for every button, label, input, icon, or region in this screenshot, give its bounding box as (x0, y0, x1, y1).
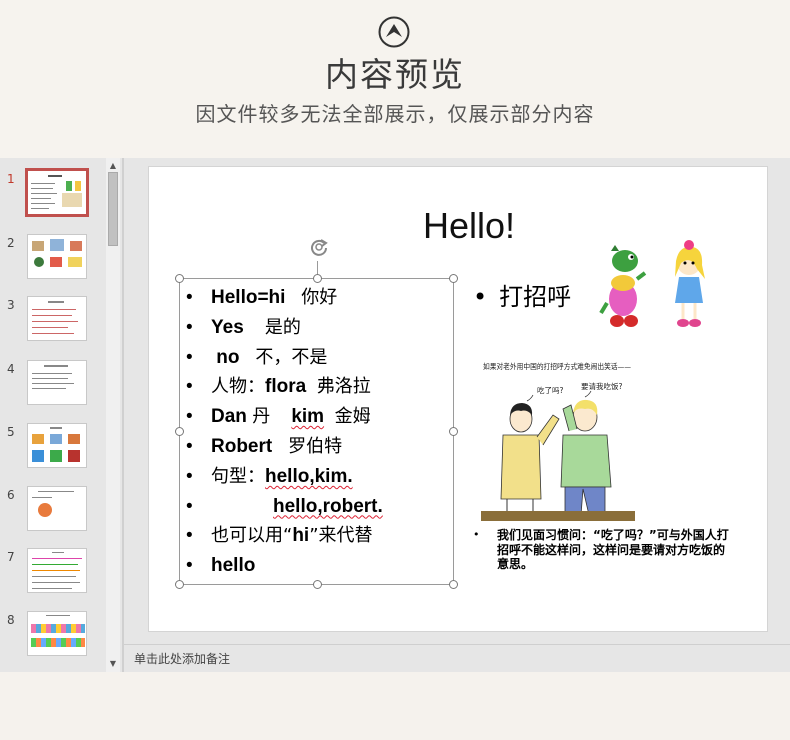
list-item-text: Yes (211, 316, 244, 338)
slide-number: 5 (7, 425, 15, 439)
list-item-text: 也可以用“ (211, 525, 293, 547)
scroll-down-arrow-icon[interactable]: ▼ (106, 658, 120, 670)
list-item: Yes 是的 (186, 313, 383, 343)
slide-thumbnail-5[interactable]: 5 (0, 423, 104, 479)
comic-speech-2: 要请我吃饭? (581, 381, 622, 391)
slide-thumbnail-8[interactable]: 8 (0, 611, 104, 667)
slide-number: 7 (7, 550, 15, 564)
scrollbar-thumb[interactable] (108, 172, 118, 246)
slide-thumbnail-image[interactable] (27, 234, 87, 279)
bullet-dot: • (473, 283, 488, 311)
list-item: Robert 罗伯特 (186, 432, 383, 462)
list-item-text: hello (211, 555, 256, 577)
comic-speech-1: 吃了吗? (537, 385, 563, 395)
comic-caption: 如果对老外用中国的打招呼方式难免闹出笑话—— (483, 362, 631, 371)
list-item-text: 丹 (252, 406, 271, 428)
slide-number: 4 (7, 362, 15, 376)
cartoon-characters-image[interactable] (599, 239, 711, 331)
list-item: hello (186, 551, 383, 581)
rotate-handle-icon[interactable] (309, 237, 329, 257)
slide-thumbnail-2[interactable]: 2 (0, 234, 104, 290)
list-item-text: hi (292, 525, 310, 547)
slide-thumbnail-1[interactable]: 1 (0, 168, 104, 226)
slide-thumbnail-image[interactable] (27, 360, 87, 405)
slide-thumbnail-7[interactable]: 7 (0, 548, 104, 604)
resize-handle-left[interactable] (175, 427, 184, 436)
slide-thumbnail-4[interactable]: 4 (0, 360, 104, 416)
resize-handle-bottom-left[interactable] (175, 580, 184, 589)
slide-canvas: Hello! Hello=hi 你好 Yes 是的 no 不，不是 人物：flo… (148, 166, 768, 632)
note-text: 我们见面习惯问：“吃了吗？”可与外国人打招呼不能这样问，这样问是要请对方吃饭的意… (497, 528, 729, 571)
bullet-dot: • (473, 528, 480, 541)
page-subtitle: 因文件较多无法全部展示，仅展示部分内容 (195, 102, 595, 126)
slide-number: 6 (7, 488, 15, 502)
list-item: hello,robert. (186, 492, 383, 522)
slide-number: 8 (7, 613, 15, 627)
slide-thumbnail-6[interactable]: 6 (0, 486, 104, 542)
list-item-text: 金姆 (334, 406, 371, 428)
list-item-text: flora (265, 376, 307, 398)
selected-text-box[interactable]: Hello=hi 你好 Yes 是的 no 不，不是 人物：flora 弗洛拉 … (175, 239, 458, 589)
list-item-text: Dan (211, 406, 247, 428)
girl-character-icon (675, 240, 705, 327)
list-item-text: hello,robert. (273, 495, 383, 517)
slide-thumbnail-image[interactable] (27, 486, 87, 531)
list-item: 也可以用“hi”来代替 (186, 521, 383, 551)
presentation-viewer: 1 2 3 4 5 6 7 8 ▲ ▼ Hello! • Hello=hi 你好… (0, 158, 790, 672)
list-item-text: 句型： (211, 465, 265, 487)
slide-number: 2 (7, 236, 15, 250)
list-item: Hello=hi 你好 (186, 283, 383, 313)
slide-thumbnail-3[interactable]: 3 (0, 296, 104, 352)
list-item-text: no (216, 346, 240, 368)
notes-placeholder[interactable]: 单击此处添加备注 (134, 650, 230, 667)
resize-handle-bottom[interactable] (313, 580, 322, 589)
list-item-text: 不，不是 (255, 346, 328, 368)
slide-thumbnail-image[interactable] (27, 423, 87, 468)
resize-handle-top-right[interactable] (449, 274, 458, 283)
slide-thumbnail-image[interactable] (25, 168, 89, 217)
dinosaur-character-icon (599, 245, 647, 327)
list-item-text: 人物： (211, 376, 265, 398)
list-item: 句型：hello,kim. (186, 462, 383, 492)
panel-divider[interactable] (122, 158, 124, 672)
list-item-text: 弗洛拉 (316, 376, 371, 398)
resize-handle-top[interactable] (313, 274, 322, 283)
slide-number: 1 (7, 172, 15, 186)
resize-handle-right[interactable] (449, 427, 458, 436)
list-item: no 不，不是 (186, 343, 383, 373)
list-item-text: 罗伯特 (288, 435, 343, 457)
resize-handle-bottom-right[interactable] (449, 580, 458, 589)
list-item-text: 是的 (264, 316, 301, 338)
greeting-bullet[interactable]: • 打招呼 (473, 277, 571, 312)
slide-number: 3 (7, 298, 15, 312)
greeting-text: 打招呼 (499, 283, 572, 311)
vocabulary-list[interactable]: Hello=hi 你好 Yes 是的 no 不，不是 人物：flora 弗洛拉 … (186, 283, 383, 581)
greeting-comic-image[interactable]: 如果对老外用中国的打招呼方式难免闹出笑话—— 吃了吗? 要请我吃饭? (481, 359, 635, 521)
slide-thumbnail-image[interactable] (27, 296, 87, 341)
list-item-text: Hello=hi (211, 287, 286, 308)
slide-thumbnail-panel: 1 2 3 4 5 6 7 8 (0, 158, 104, 672)
list-item-text: 你好 (301, 287, 338, 308)
preview-header: 内容预览 因文件较多无法全部展示，仅展示部分内容 (0, 0, 790, 158)
resize-handle-top-left[interactable] (175, 274, 184, 283)
slide-thumbnail-image[interactable] (27, 611, 87, 656)
page-title: 内容预览 (325, 55, 465, 94)
list-item: 人物：flora 弗洛拉 (186, 372, 383, 402)
scroll-up-arrow-icon[interactable]: ▲ (106, 160, 120, 172)
thumbnail-scrollbar[interactable]: ▲ ▼ (106, 158, 120, 672)
list-item-text: ”来代替 (309, 525, 373, 547)
list-item-text: hello,kim. (265, 465, 353, 487)
list-item-text: Robert (211, 435, 273, 457)
list-item-text: kim (291, 406, 325, 428)
slide-thumbnail-image[interactable] (27, 548, 87, 593)
speaker-notes-pane[interactable]: 单击此处添加备注 (124, 644, 790, 672)
chevron-up-circle-icon[interactable] (378, 16, 410, 48)
list-item: Dan 丹 kim 金姆 (186, 402, 383, 432)
